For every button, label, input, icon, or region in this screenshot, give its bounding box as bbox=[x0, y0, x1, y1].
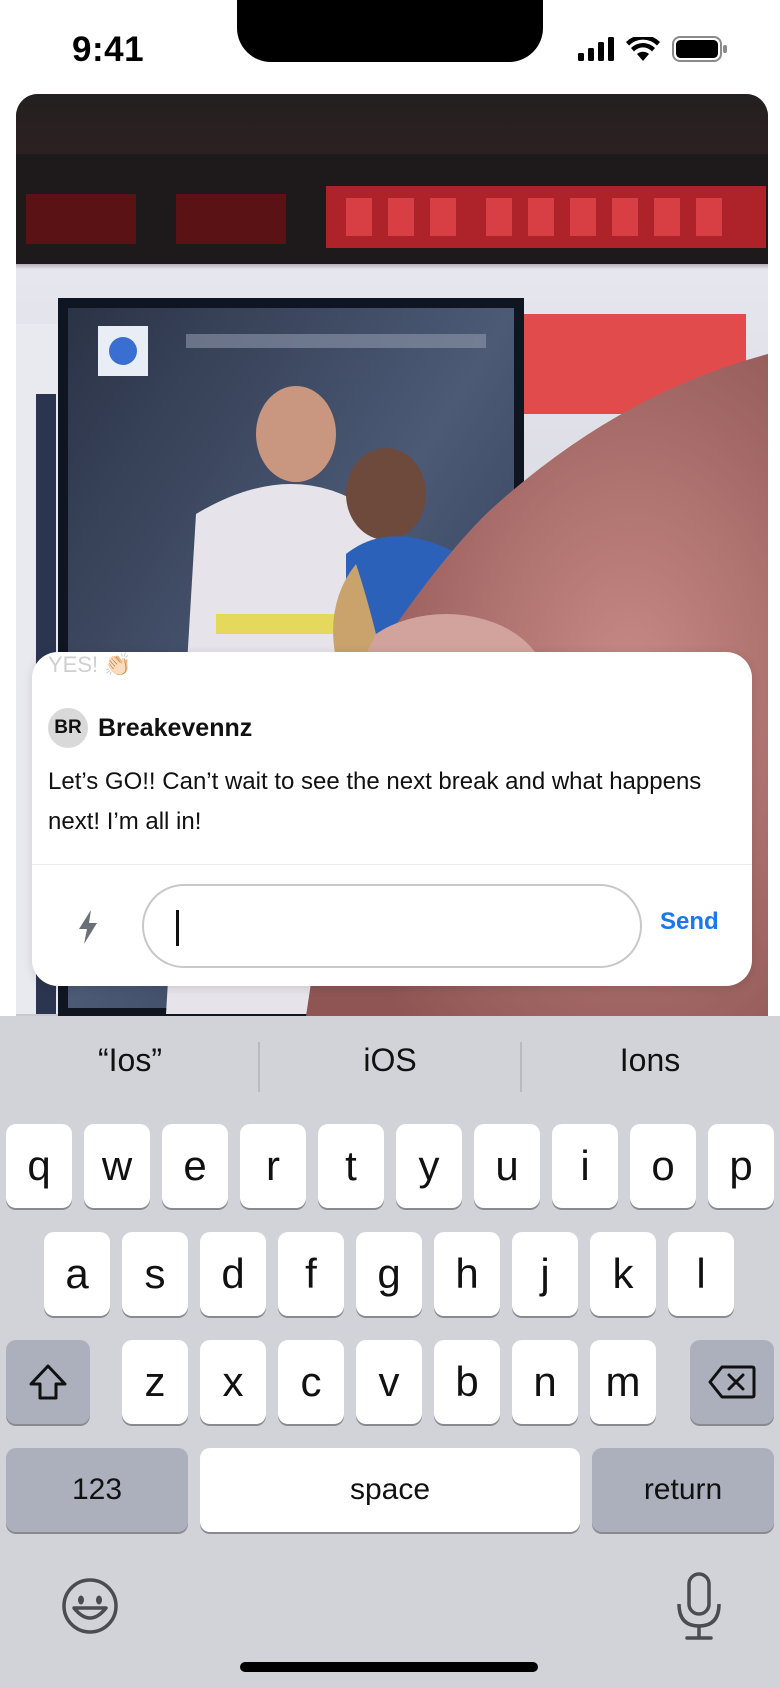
chat-input[interactable] bbox=[142, 884, 642, 968]
status-time: 9:41 bbox=[72, 30, 145, 69]
battery-icon bbox=[672, 36, 727, 62]
home-indicator[interactable] bbox=[240, 1662, 538, 1672]
key-e[interactable]: e bbox=[162, 1124, 228, 1208]
key-r[interactable]: r bbox=[240, 1124, 306, 1208]
key-f[interactable]: f bbox=[278, 1232, 344, 1316]
key-g[interactable]: g bbox=[356, 1232, 422, 1316]
wifi-icon bbox=[626, 37, 660, 61]
microphone-icon bbox=[677, 1572, 721, 1640]
message-header: BR Breakevennz bbox=[48, 708, 728, 748]
key-q[interactable]: q bbox=[6, 1124, 72, 1208]
key-k[interactable]: k bbox=[590, 1232, 656, 1316]
key-h[interactable]: h bbox=[434, 1232, 500, 1316]
delete-icon bbox=[708, 1365, 756, 1399]
status-icons bbox=[578, 36, 728, 62]
key-j[interactable]: j bbox=[512, 1232, 578, 1316]
quick-reaction-button[interactable] bbox=[68, 902, 108, 952]
divider bbox=[32, 864, 752, 865]
key-p[interactable]: p bbox=[708, 1124, 774, 1208]
shift-icon bbox=[29, 1364, 67, 1400]
key-z[interactable]: z bbox=[122, 1340, 188, 1424]
lightning-bolt-icon bbox=[79, 910, 97, 944]
return-key[interactable]: return bbox=[592, 1448, 774, 1532]
key-a[interactable]: a bbox=[44, 1232, 110, 1316]
avatar[interactable]: BR bbox=[48, 708, 88, 748]
numbers-key[interactable]: 123 bbox=[6, 1448, 188, 1532]
send-button[interactable]: Send bbox=[660, 908, 719, 936]
key-v[interactable]: v bbox=[356, 1340, 422, 1424]
key-w[interactable]: w bbox=[84, 1124, 150, 1208]
space-key[interactable]: space bbox=[200, 1448, 580, 1532]
cellular-signal-icon bbox=[578, 37, 614, 61]
chat-panel: YES! 👏🏻 BR Breakevennz Let’s GO!! Can’t … bbox=[32, 652, 752, 986]
key-m[interactable]: m bbox=[590, 1340, 656, 1424]
emoji-button[interactable] bbox=[60, 1576, 120, 1636]
key-b[interactable]: b bbox=[434, 1340, 500, 1424]
suggestion-1[interactable]: “Ios” bbox=[0, 1042, 260, 1079]
key-i[interactable]: i bbox=[552, 1124, 618, 1208]
message-text: Let’s GO!! Can’t wait to see the next br… bbox=[48, 768, 702, 835]
previous-message: YES! 👏🏻 bbox=[48, 652, 132, 677]
device-notch bbox=[237, 0, 543, 62]
text-cursor bbox=[176, 910, 179, 946]
key-x[interactable]: x bbox=[200, 1340, 266, 1424]
emoji-icon bbox=[62, 1578, 118, 1634]
key-n[interactable]: n bbox=[512, 1340, 578, 1424]
delete-key[interactable] bbox=[690, 1340, 774, 1424]
status-bar: 9:41 bbox=[0, 0, 780, 94]
chat-message: BR Breakevennz Let’s GO!! Can’t wait to … bbox=[48, 708, 728, 842]
dictation-button[interactable] bbox=[674, 1572, 724, 1642]
suggestion-2[interactable]: iOS bbox=[260, 1042, 520, 1079]
suggestion-bar: “Ios” iOS Ions bbox=[0, 1016, 780, 1112]
key-o[interactable]: o bbox=[630, 1124, 696, 1208]
key-d[interactable]: d bbox=[200, 1232, 266, 1316]
key-c[interactable]: c bbox=[278, 1340, 344, 1424]
shift-key[interactable] bbox=[6, 1340, 90, 1424]
key-t[interactable]: t bbox=[318, 1124, 384, 1208]
key-s[interactable]: s bbox=[122, 1232, 188, 1316]
key-y[interactable]: y bbox=[396, 1124, 462, 1208]
suggestion-3[interactable]: Ions bbox=[520, 1042, 780, 1079]
keyboard: “Ios” iOS Ions q w e r t y u i o p a s d… bbox=[0, 1016, 780, 1688]
key-u[interactable]: u bbox=[474, 1124, 540, 1208]
key-l[interactable]: l bbox=[668, 1232, 734, 1316]
username[interactable]: Breakevennz bbox=[98, 714, 252, 743]
